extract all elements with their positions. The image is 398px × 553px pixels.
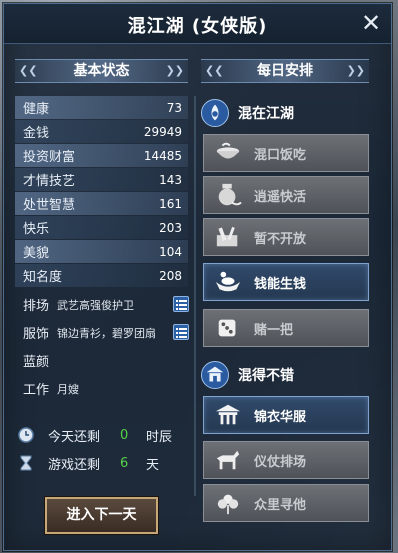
arrow-right-icon: ❯❯ (346, 64, 365, 77)
stat-value: 203 (159, 220, 182, 235)
outfit-value: 锦边青衫，碧罗团扇 (57, 326, 157, 340)
stat-label: 才情技艺 (23, 174, 76, 189)
action-leisure[interactable]: 逍遥快活 (203, 176, 369, 214)
stat-value: 143 (159, 172, 182, 187)
basic-status-header: ❮❮ 基本状态 ❯❯ (15, 59, 188, 83)
swirl-icon (201, 99, 229, 127)
game-remaining: 游戏还剩 6 天 (18, 452, 159, 474)
stat-row-talent: 才情技艺 143 (15, 168, 188, 191)
stat-label: 知名度 (23, 270, 63, 285)
job-label: 工作 (23, 383, 50, 398)
window-title: 混江湖 (女侠版) (127, 16, 268, 37)
stat-row-investment: 投资财富 14485 (15, 144, 188, 167)
palace-icon (208, 397, 248, 433)
action-label: 仪仗排场 (254, 454, 307, 470)
game-label: 游戏还剩 (48, 457, 101, 473)
stat-value: 104 (159, 244, 182, 259)
arrow-left-icon: ❮❮ (205, 64, 224, 77)
action-label: 锦衣华服 (254, 409, 307, 425)
stat-row-beauty: 美貌 104 (15, 240, 188, 263)
daily-plan-title: 每日安排 (257, 63, 313, 79)
pavilion-icon (201, 361, 229, 389)
stat-label: 处世智慧 (23, 198, 76, 213)
stat-value: 73 (166, 100, 182, 115)
action-seek-love[interactable]: 众里寻他 (203, 484, 369, 522)
tools-icon (208, 219, 248, 255)
group-header-jianghu: 混在江湖 (201, 99, 294, 127)
action-money-investing[interactable]: 钱能生钱 (203, 263, 369, 301)
entourage-list-icon[interactable] (173, 296, 189, 312)
wine-jar-icon (208, 177, 248, 213)
stat-label: 美貌 (23, 246, 50, 261)
action-gamble[interactable]: 赌一把 (203, 309, 369, 347)
today-remaining: 今天还剩 0 时辰 (18, 424, 172, 446)
entourage-label: 排场 (23, 299, 50, 314)
job-value: 月嫂 (57, 382, 80, 396)
stat-row-happiness: 快乐 203 (15, 216, 188, 239)
group-header-doing-well: 混得不错 (201, 361, 294, 389)
outfit-list-icon[interactable] (173, 324, 189, 340)
action-label: 逍遥快活 (254, 189, 307, 205)
group-title: 混得不错 (238, 368, 294, 384)
action-label: 众里寻他 (254, 497, 307, 513)
basic-status-title: 基本状态 (73, 63, 130, 79)
stat-value: 29949 (143, 124, 182, 139)
companion-label: 蓝颜 (23, 355, 50, 370)
game-value: 6 (120, 455, 129, 471)
action-fine-clothes[interactable]: 锦衣华服 (203, 396, 369, 434)
job-row: 工作 月嫂 (23, 379, 80, 399)
game-unit: 天 (146, 457, 160, 473)
stat-value: 14485 (143, 148, 182, 163)
stat-label: 快乐 (23, 222, 50, 237)
today-unit: 时辰 (146, 429, 173, 445)
bowl-icon (208, 135, 248, 171)
stat-value: 208 (159, 268, 182, 283)
today-label: 今天还剩 (48, 429, 101, 445)
stat-label: 健康 (23, 102, 50, 117)
horse-icon (208, 442, 248, 478)
arrow-left-icon: ❮❮ (19, 64, 38, 77)
gold-ingot-icon (208, 264, 248, 300)
arrow-right-icon: ❯❯ (165, 64, 184, 77)
column-divider (194, 96, 196, 496)
outfit-label: 服饰 (23, 327, 50, 342)
action-closed[interactable]: 暂不开放 (203, 218, 369, 256)
stat-row-money: 金钱 29949 (15, 120, 188, 143)
stat-value: 161 (159, 196, 182, 211)
action-label: 混口饭吃 (254, 147, 307, 163)
action-label: 暂不开放 (254, 231, 307, 247)
stat-label: 金钱 (23, 126, 50, 141)
title-bar: 混江湖 (女侠版) ✕ (4, 4, 391, 44)
action-retinue[interactable]: 仪仗排场 (203, 441, 369, 479)
flower-icon (208, 485, 248, 521)
today-value: 0 (120, 427, 129, 443)
action-label: 赌一把 (254, 322, 294, 338)
hourglass-icon (20, 455, 32, 471)
stat-row-fame: 知名度 208 (15, 264, 188, 287)
stat-row-health: 健康 73 (15, 96, 188, 119)
companion-row: 蓝颜 (23, 351, 57, 370)
close-icon[interactable]: ✕ (357, 9, 385, 37)
group-title: 混在江湖 (238, 106, 294, 122)
stat-row-wisdom: 处世智慧 161 (15, 192, 188, 215)
action-earn-living[interactable]: 混口饭吃 (203, 134, 369, 172)
stat-label: 投资财富 (23, 150, 76, 165)
daily-plan-header: ❮❮ 每日安排 ❯❯ (201, 59, 369, 83)
entourage-row: 排场 武艺高强俊护卫 (23, 295, 135, 315)
next-day-button[interactable]: 进入下一天 (45, 497, 158, 534)
entourage-value: 武艺高强俊护卫 (57, 298, 135, 312)
action-label: 钱能生钱 (254, 276, 307, 292)
stats-list: 健康 73 金钱 29949 投资财富 14485 才情技艺 143 处世智慧 161 快… (15, 96, 188, 288)
dice-icon (208, 310, 248, 346)
clock-icon (18, 427, 34, 443)
outfit-row: 服饰 锦边青衫，碧罗团扇 (23, 323, 157, 343)
